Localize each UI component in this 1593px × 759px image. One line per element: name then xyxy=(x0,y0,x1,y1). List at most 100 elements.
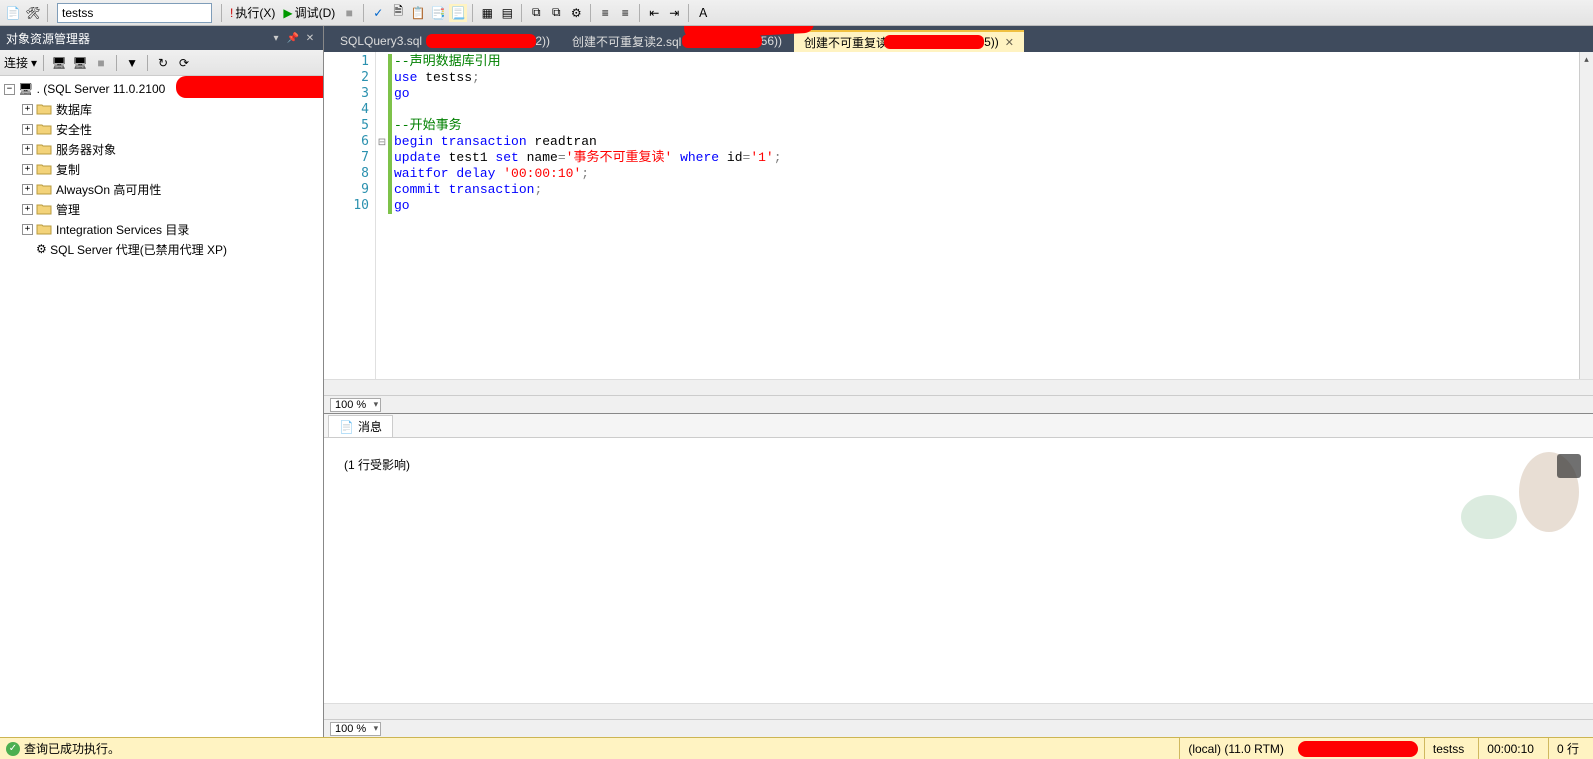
query-options-icon[interactable]: 📋 xyxy=(409,4,427,22)
messages-text: (1 行受影响) xyxy=(344,458,410,472)
status-database: testss xyxy=(1424,738,1472,759)
tree-agent-node[interactable]: ⚙ SQL Server 代理(已禁用代理 XP) xyxy=(0,239,323,259)
editor-area: SQLQuery3.sql 2)) 创建不可重复读2.sql 56)) 创建不可… xyxy=(324,26,1593,737)
agent-label: SQL Server 代理(已禁用代理 XP) xyxy=(50,241,227,258)
object-explorer-title: 对象资源管理器 xyxy=(6,30,266,47)
tree-node[interactable]: + 安全性 xyxy=(0,119,323,139)
collapse-icon[interactable]: − xyxy=(4,84,15,95)
tab-suffix: 56)) xyxy=(761,34,782,48)
tab-label: 创建不可重复读2.sql xyxy=(572,33,681,50)
tree-node[interactable]: + 管理 xyxy=(0,199,323,219)
stop-icon[interactable]: ■ xyxy=(340,4,358,22)
specify-values-icon[interactable]: Ａ xyxy=(694,4,712,22)
tree-node-label: 复制 xyxy=(56,161,80,178)
folder-icon xyxy=(36,142,52,156)
parse-icon[interactable]: ✓ xyxy=(369,4,387,22)
folder-icon xyxy=(36,162,52,176)
tab-sqlquery3[interactable]: SQLQuery3.sql 2)) xyxy=(330,30,560,52)
results-grid-icon[interactable]: ▦ xyxy=(478,4,496,22)
expand-icon[interactable]: + xyxy=(22,224,33,235)
expand-icon[interactable]: + xyxy=(22,124,33,135)
database-selector[interactable] xyxy=(57,3,212,23)
tree-node[interactable]: + 数据库 xyxy=(0,99,323,119)
indent-icon[interactable]: ≡ xyxy=(596,4,614,22)
object-explorer-header: 对象资源管理器 ▾ 📌 ✕ xyxy=(0,26,323,50)
intellisense-icon[interactable]: 📑 xyxy=(429,4,447,22)
execute-button[interactable]: ! 执行(X) xyxy=(227,4,278,21)
results-text-icon[interactable]: ▤ xyxy=(498,4,516,22)
tab-label: SQLQuery3.sql xyxy=(340,34,422,48)
status-server: (local) (11.0 RTM) xyxy=(1179,738,1292,759)
code-editor[interactable]: 12345678910 ⊟ --声明数据库引用use testss;go--开始… xyxy=(324,52,1593,379)
object-explorer-toolbar: 连接 ▾ 🖥 🖥 ■ ▼ ↻ ⟳ xyxy=(0,50,323,76)
estimated-plan-icon[interactable]: 🗎 xyxy=(389,4,407,22)
tab-label: 创建不可重复读 xyxy=(804,34,888,51)
server-label: . (SQL Server 11.0.2100 xyxy=(37,82,166,96)
uncomment-icon[interactable]: ⧉ xyxy=(547,4,565,22)
dropdown-icon[interactable]: ▾ xyxy=(269,31,283,45)
tree-node-label: Integration Services 目录 xyxy=(56,221,189,238)
debug-button[interactable]: ▶ 调试(D) xyxy=(280,4,338,21)
messages-zoom-selector[interactable]: 100 % xyxy=(330,722,381,736)
object-explorer-tree[interactable]: − 🖥 . (SQL Server 11.0.2100 +数据库+安全性+服务器… xyxy=(0,76,323,737)
close-icon[interactable]: ✕ xyxy=(303,31,317,45)
tree-node[interactable]: + AlwaysOn 高可用性 xyxy=(0,179,323,199)
tree-node-label: 服务器对象 xyxy=(56,141,116,158)
messages-tab[interactable]: 📄 消息 xyxy=(328,415,393,437)
status-bar: ✓ 查询已成功执行。 (local) (11.0 RTM) testss 00:… xyxy=(0,737,1593,759)
disconnect-icon[interactable]: 🖥 xyxy=(71,54,89,72)
sync-icon[interactable]: ⟳ xyxy=(175,54,193,72)
new-query-icon[interactable]: 📄 xyxy=(4,4,22,22)
zoom-selector[interactable]: 100 % xyxy=(330,398,381,412)
tools-icon[interactable]: 🛠 xyxy=(24,4,42,22)
tab-create-nonrepeat[interactable]: 创建不可重复读 55)) ✕ xyxy=(794,30,1024,52)
tree-node[interactable]: + Integration Services 目录 xyxy=(0,219,323,239)
status-text: 查询已成功执行。 xyxy=(24,740,120,757)
status-rows: 0 行 xyxy=(1548,738,1587,759)
outdent-icon[interactable]: ≡ xyxy=(616,4,634,22)
results-tabs: 📄 消息 xyxy=(324,414,1593,438)
stop-connect-icon[interactable]: ■ xyxy=(92,54,110,72)
tab-close-icon[interactable]: ✕ xyxy=(1005,36,1014,49)
zoom-bar: 100 % xyxy=(324,395,1593,413)
tree-node-label: 数据库 xyxy=(56,101,92,118)
pin-icon[interactable]: 📌 xyxy=(286,31,300,45)
success-icon: ✓ xyxy=(6,742,20,756)
document-tabs: SQLQuery3.sql 2)) 创建不可重复读2.sql 56)) 创建不可… xyxy=(324,26,1593,52)
agent-icon: ⚙ xyxy=(36,242,47,256)
decrease-indent-icon[interactable]: ⇤ xyxy=(645,4,663,22)
tree-node-label: 管理 xyxy=(56,201,80,218)
status-elapsed: 00:00:10 xyxy=(1478,738,1542,759)
tree-node[interactable]: + 服务器对象 xyxy=(0,139,323,159)
refresh-icon[interactable]: ↻ xyxy=(154,54,172,72)
expand-icon[interactable]: + xyxy=(22,204,33,215)
split-strip[interactable]: ▴ xyxy=(1579,52,1593,379)
code-content[interactable]: --声明数据库引用use testss;go--开始事务begin transa… xyxy=(388,52,1579,379)
connect-button[interactable]: 连接 xyxy=(4,54,28,71)
folder-icon xyxy=(36,122,52,136)
tree-node-label: AlwaysOn 高可用性 xyxy=(56,181,161,198)
messages-scrollbar[interactable] xyxy=(324,703,1593,719)
folder-icon xyxy=(36,202,52,216)
folder-icon xyxy=(36,182,52,196)
tree-node-label: 安全性 xyxy=(56,121,92,138)
connect-icon[interactable]: 🖥 xyxy=(50,54,68,72)
expand-icon[interactable]: + xyxy=(22,144,33,155)
include-plan-icon[interactable]: 📃 xyxy=(449,4,467,22)
tree-node[interactable]: + 复制 xyxy=(0,159,323,179)
expand-icon[interactable]: + xyxy=(22,164,33,175)
filter-icon[interactable]: ▼ xyxy=(123,54,141,72)
decorative-image xyxy=(1449,442,1589,562)
tab-suffix: 2)) xyxy=(535,34,550,48)
options-icon[interactable]: ⚙ xyxy=(567,4,585,22)
comment-icon[interactable]: ⧉ xyxy=(527,4,545,22)
messages-body[interactable]: (1 行受影响) xyxy=(324,438,1593,703)
horizontal-scrollbar[interactable] xyxy=(324,379,1593,395)
increase-indent-icon[interactable]: ⇥ xyxy=(665,4,683,22)
expand-icon[interactable]: + xyxy=(22,104,33,115)
folder-icon xyxy=(36,102,52,116)
expand-icon[interactable]: + xyxy=(22,184,33,195)
messages-zoom-bar: 100 % xyxy=(324,719,1593,737)
line-number-gutter: 12345678910 xyxy=(324,52,376,379)
main-toolbar: 📄 🛠 ! 执行(X) ▶ 调试(D) ■ ✓ 🗎 📋 📑 📃 ▦ ▤ ⧉ ⧉ … xyxy=(0,0,1593,26)
